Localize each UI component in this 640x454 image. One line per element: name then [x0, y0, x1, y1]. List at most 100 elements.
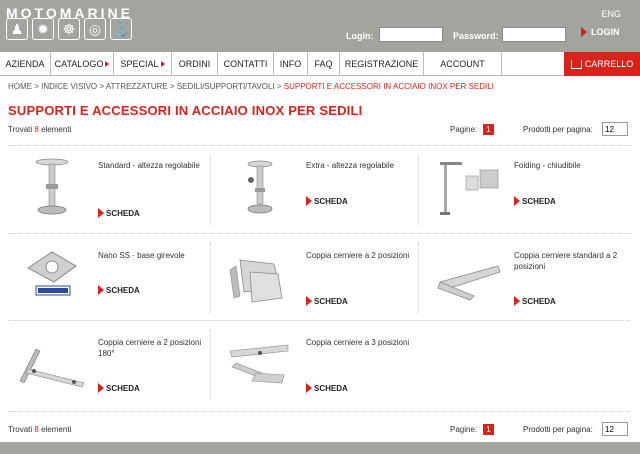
nav-item-special[interactable]: SPECIAL: [114, 52, 172, 76]
scheda-link[interactable]: SCHEDA: [514, 296, 556, 306]
main-nav: AZIENDA CATALOGO SPECIAL ORDINI CONTATTI…: [0, 52, 640, 76]
product-grid: Standard - altezza regolabile SCHEDA Ext…: [8, 145, 630, 413]
page-number-current[interactable]: 1: [483, 424, 494, 435]
nav-item-registrazione[interactable]: REGISTRAZIONE: [340, 52, 424, 76]
product-name[interactable]: Extra - altezza regolabile: [306, 160, 418, 171]
product-card: Folding - chiudibile SCHEDA: [424, 146, 631, 234]
product-name[interactable]: Coppia cerniere a 2 posizioni 180°: [98, 337, 210, 359]
product-card: Coppia cerniere a 2 posizioni 180° SCHED…: [8, 321, 215, 409]
results-count: Trovati 8 elementi: [8, 425, 71, 434]
product-card: Nano SS - base girevole SCHEDA: [8, 234, 215, 322]
arrow-right-icon: [306, 296, 312, 306]
scheda-label: SCHEDA: [522, 296, 556, 306]
arrow-right-icon: [98, 383, 104, 393]
arrow-right-icon: [98, 208, 104, 218]
scheda-link[interactable]: SCHEDA: [306, 196, 348, 206]
folding-support-icon[interactable]: [430, 154, 506, 218]
nav-item-faq[interactable]: FAQ: [308, 52, 340, 76]
per-page-label: Prodotti per pagina:: [523, 125, 593, 134]
product-name[interactable]: Standard - altezza regolabile: [98, 160, 210, 171]
hinge-180-icon[interactable]: [14, 329, 90, 393]
nav-item-ordini[interactable]: ORDINI: [172, 52, 218, 76]
lifebuoy-icon: ◎: [84, 18, 106, 40]
anchor-icon: ⚓: [110, 18, 132, 40]
nav-item-azienda[interactable]: AZIENDA: [0, 52, 51, 76]
language-switch[interactable]: ENG: [601, 9, 621, 19]
scheda-label: SCHEDA: [106, 285, 140, 295]
password-label: Password:: [453, 31, 499, 41]
product-name[interactable]: Coppia cerniere standard a 2 posizioni: [514, 250, 626, 272]
scheda-link[interactable]: SCHEDA: [98, 285, 140, 295]
site-footer: [0, 442, 640, 454]
hinge-icon[interactable]: [222, 242, 298, 306]
product-name[interactable]: Nano SS - base girevole: [98, 250, 210, 261]
scheda-link[interactable]: SCHEDA: [98, 208, 140, 218]
scheda-label: SCHEDA: [106, 383, 140, 393]
listing-bar-bottom: Trovati 8 elementi Pagine: 1 Prodotti pe…: [8, 421, 632, 439]
fan-icon: ✹: [32, 18, 54, 40]
arrow-right-icon: [306, 383, 312, 393]
login-button[interactable]: LOGIN: [581, 27, 620, 37]
nav-item-info[interactable]: INFO: [274, 52, 308, 76]
nav-item-label: REGISTRAZIONE: [344, 59, 419, 69]
pedestal-extra-icon[interactable]: [222, 154, 298, 218]
breadcrumb: HOME > INDICE VISIVO > ATTREZZATURE > SE…: [8, 82, 494, 91]
nav-item-catalogo[interactable]: CATALOGO: [51, 52, 114, 76]
arrow-right-icon: [514, 196, 520, 206]
pedestal-icon[interactable]: [14, 154, 90, 218]
nav-item-label: FAQ: [314, 59, 333, 69]
site-header: MOTOMARINE ♟ ✹ ☸ ◎ ⚓ ENG Login: Password…: [0, 0, 640, 52]
nav-item-label: CATALOGO: [54, 59, 104, 69]
product-name[interactable]: Coppia cerniere a 2 posizioni: [306, 250, 418, 261]
product-name[interactable]: Coppia cerniere a 3 posizioni: [306, 337, 418, 348]
page-number-current[interactable]: 1: [483, 124, 494, 135]
product-card: Coppia cerniere a 3 posizioni SCHEDA: [216, 321, 423, 409]
nav-item-label: ORDINI: [178, 59, 211, 69]
swimmer-icon: ♟: [6, 18, 28, 40]
cart-label: CARRELLO: [584, 59, 634, 69]
scheda-label: SCHEDA: [314, 296, 348, 306]
scheda-link[interactable]: SCHEDA: [514, 196, 556, 206]
per-page-label: Prodotti per pagina:: [523, 425, 593, 434]
product-card: Coppia cerniere standard a 2 posizioni S…: [424, 234, 631, 322]
brand-icon-row: ♟ ✹ ☸ ◎ ⚓: [6, 18, 132, 40]
product-card: Standard - altezza regolabile SCHEDA: [8, 146, 215, 234]
cart-icon: [570, 59, 582, 69]
results-prefix: Trovati: [8, 425, 33, 434]
cart-button[interactable]: CARRELLO: [564, 52, 640, 76]
results-number: 8: [34, 425, 39, 434]
product-name[interactable]: Folding - chiudibile: [514, 160, 626, 171]
scheda-link[interactable]: SCHEDA: [306, 383, 348, 393]
scheda-link[interactable]: SCHEDA: [98, 383, 140, 393]
breadcrumb-path[interactable]: HOME > INDICE VISIVO > ATTREZZATURE > SE…: [8, 82, 284, 91]
arrow-right-icon: [514, 296, 520, 306]
arrow-right-icon: [306, 196, 312, 206]
per-page-input[interactable]: [602, 122, 628, 136]
swivel-base-icon[interactable]: [14, 242, 90, 306]
grid-divider: [8, 411, 630, 412]
submenu-arrow-icon: [160, 61, 165, 67]
wheel-icon: ☸: [58, 18, 80, 40]
scheda-link[interactable]: SCHEDA: [306, 296, 348, 306]
scheda-label: SCHEDA: [314, 196, 348, 206]
nav-item-contatti[interactable]: CONTATTI: [218, 52, 274, 76]
results-suffix: elementi: [41, 125, 72, 134]
results-number: 8: [34, 125, 39, 134]
listing-bar-top: Trovati 8 elementi Pagine: 1 Prodotti pe…: [8, 121, 632, 139]
login-button-label: LOGIN: [591, 27, 620, 37]
scheda-label: SCHEDA: [522, 196, 556, 206]
nav-item-account[interactable]: ACCOUNT: [424, 52, 502, 76]
per-page-input[interactable]: [602, 422, 628, 436]
nav-item-label: INFO: [279, 59, 302, 69]
results-count: Trovati 8 elementi: [8, 125, 71, 134]
product-card: Extra - altezza regolabile SCHEDA: [216, 146, 423, 234]
hinge-3pos-icon[interactable]: [222, 329, 298, 393]
nav-item-label: SPECIAL: [120, 59, 159, 69]
nav-item-label: ACCOUNT: [440, 59, 485, 69]
scheda-label: SCHEDA: [106, 208, 140, 218]
scheda-label: SCHEDA: [314, 383, 348, 393]
password-input[interactable]: [502, 27, 566, 42]
pages-label: Pagine:: [450, 425, 478, 434]
login-input[interactable]: [379, 27, 443, 42]
hinge-standard-icon[interactable]: [430, 242, 506, 306]
